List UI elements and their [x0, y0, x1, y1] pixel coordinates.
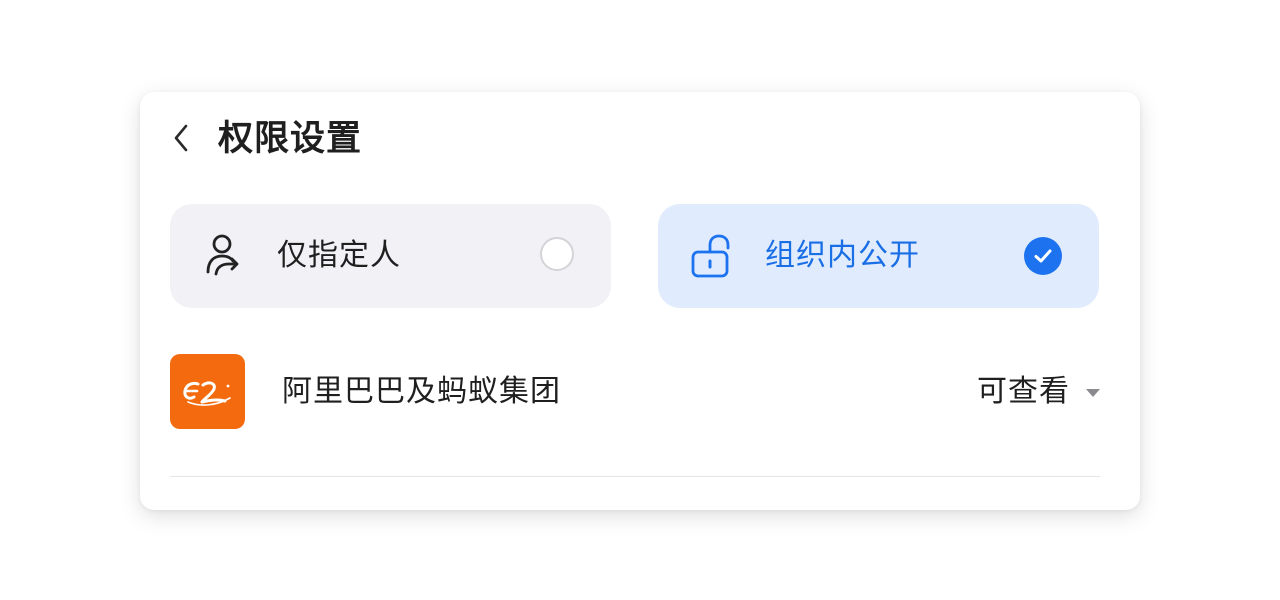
unlock-icon — [688, 232, 736, 280]
check-icon — [1034, 249, 1052, 263]
permission-dropdown[interactable]: 可查看 — [977, 368, 1100, 416]
caret-down-icon — [1086, 389, 1100, 397]
permission-settings-panel: 权限设置 仅指定人 组织内公开 阿里巴巴及蚂蚁集团 可查看 — [140, 92, 1140, 510]
option-org-public[interactable]: 组织内公开 — [658, 204, 1099, 308]
divider — [170, 476, 1100, 477]
page-title: 权限设置 — [218, 119, 363, 159]
organization-name: 阿里巴巴及蚂蚁集团 — [282, 374, 561, 409]
header: 权限设置 — [140, 92, 1140, 188]
option-label: 仅指定人 — [277, 238, 401, 273]
person-share-icon — [200, 232, 248, 280]
back-button[interactable] — [164, 118, 198, 158]
option-label: 组织内公开 — [765, 238, 920, 273]
radio-unchecked[interactable] — [540, 237, 574, 271]
organization-row: 阿里巴巴及蚂蚁集团 可查看 — [170, 354, 1100, 430]
chevron-left-icon — [174, 124, 188, 152]
alibaba-logo — [170, 354, 245, 429]
option-specific-people[interactable]: 仅指定人 — [170, 204, 611, 308]
radio-checked[interactable] — [1024, 237, 1062, 275]
permission-value: 可查看 — [977, 374, 1070, 409]
